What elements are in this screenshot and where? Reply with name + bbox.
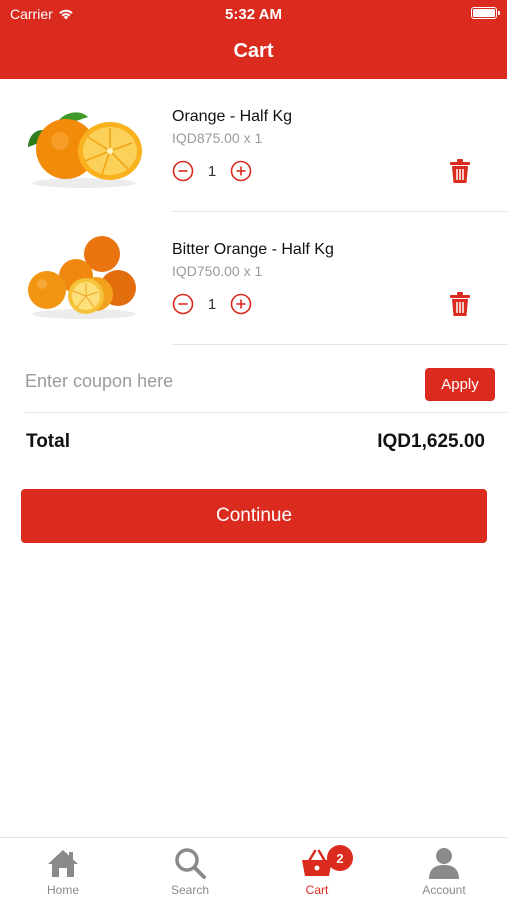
quantity-value: 1 bbox=[207, 295, 217, 313]
tab-label: Home bbox=[46, 883, 79, 897]
quantity-stepper: 1 bbox=[172, 291, 252, 317]
account-icon bbox=[429, 848, 459, 879]
tab-label: Search bbox=[170, 883, 210, 897]
tab-label: Account bbox=[422, 883, 466, 897]
tab-label: Cart bbox=[305, 883, 329, 897]
item-price: IQD750.00 x 1 bbox=[172, 263, 263, 279]
plus-circle-icon bbox=[230, 160, 252, 182]
cart-item: Bitter Orange - Half Kg IQD750.00 x 1 1 bbox=[0, 212, 507, 345]
tab-cart[interactable]: 2 Cart bbox=[254, 838, 380, 900]
trash-icon[interactable] bbox=[449, 291, 471, 317]
cart-item: Orange - Half Kg IQD875.00 x 1 1 bbox=[0, 79, 507, 212]
decrease-quantity-button[interactable] bbox=[172, 160, 194, 182]
coupon-input[interactable] bbox=[25, 364, 405, 398]
decrease-quantity-button[interactable] bbox=[172, 293, 194, 315]
minus-circle-icon bbox=[172, 160, 194, 182]
search-icon bbox=[175, 848, 206, 879]
item-name: Bitter Orange - Half Kg bbox=[172, 241, 334, 258]
quantity-stepper: 1 bbox=[172, 158, 252, 184]
total-value: IQD1,625.00 bbox=[377, 431, 485, 452]
page-title: Cart bbox=[233, 40, 274, 62]
trash-icon[interactable] bbox=[449, 158, 471, 184]
item-name: Orange - Half Kg bbox=[172, 108, 293, 125]
cart-count-badge: 2 bbox=[327, 845, 353, 871]
battery-icon bbox=[471, 7, 500, 19]
tab-search[interactable]: Search bbox=[127, 838, 253, 900]
tab-bar: Home Search 2 Cart Account bbox=[0, 837, 507, 900]
status-time: 5:32 AM bbox=[225, 6, 282, 23]
tab-home[interactable]: Home bbox=[0, 838, 126, 900]
app-header: Carrier 5:32 AM Cart bbox=[0, 0, 507, 79]
plus-circle-icon bbox=[230, 293, 252, 315]
status-bar: Carrier 5:32 AM bbox=[0, 0, 507, 28]
divider bbox=[172, 344, 507, 345]
minus-circle-icon bbox=[172, 293, 194, 315]
tab-account[interactable]: Account bbox=[381, 838, 507, 900]
bitter-orange-product-image bbox=[28, 236, 136, 319]
increase-quantity-button[interactable] bbox=[230, 160, 252, 182]
total-label: Total bbox=[26, 431, 70, 452]
continue-button[interactable]: Continue bbox=[21, 489, 487, 543]
increase-quantity-button[interactable] bbox=[230, 293, 252, 315]
divider bbox=[25, 412, 507, 413]
apply-coupon-button[interactable]: Apply bbox=[425, 368, 495, 401]
quantity-value: 1 bbox=[207, 162, 217, 180]
home-icon bbox=[48, 850, 78, 877]
item-price: IQD875.00 x 1 bbox=[172, 130, 263, 146]
orange-product-image bbox=[28, 112, 142, 188]
